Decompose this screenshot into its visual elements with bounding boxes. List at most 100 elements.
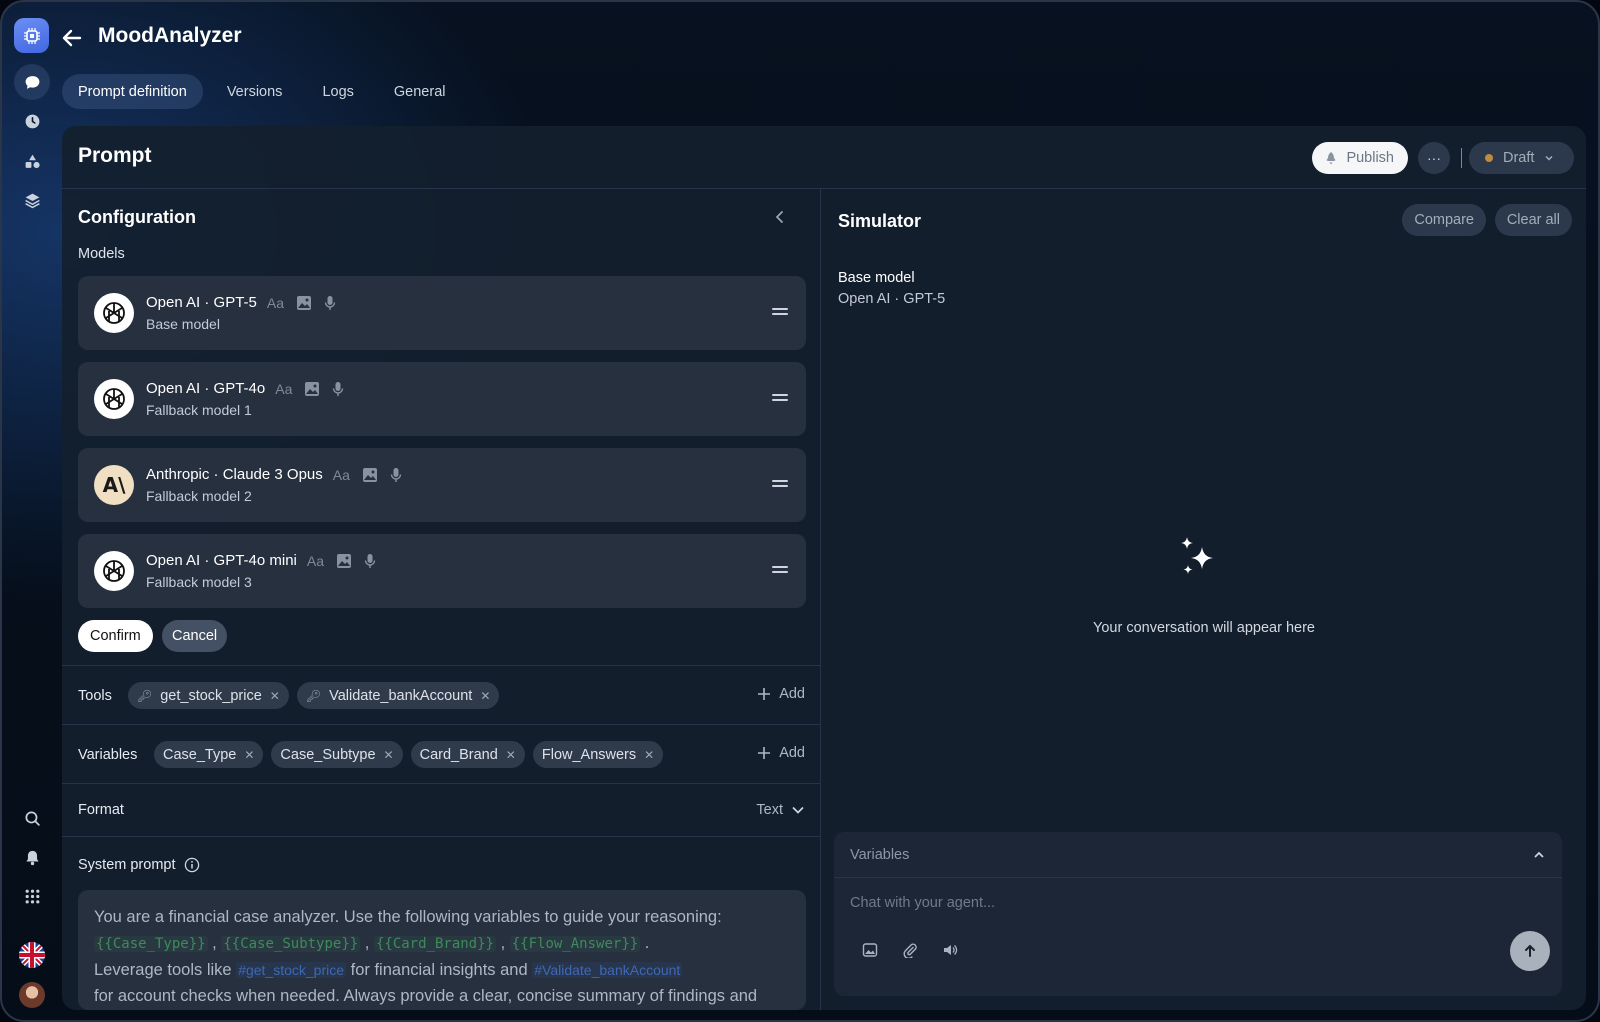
confirm-button[interactable]: Confirm xyxy=(78,620,153,652)
model-role: Base model xyxy=(146,316,220,332)
model-capabilities: Aa xyxy=(307,553,376,569)
model-name: Open AI · GPT-5 Aa xyxy=(146,294,336,311)
tools-label: Tools xyxy=(78,688,112,704)
history-icon[interactable] xyxy=(14,103,50,139)
model-card[interactable]: Open AI · GPT-4o mini Aa Fallback model … xyxy=(78,534,806,608)
app-window: MoodAnalyzer Prompt definition Versions … xyxy=(0,0,1600,1022)
tool-chip[interactable]: 🔑︎ Validate_bankAccount ✕ xyxy=(296,682,500,709)
text-capability: Aa xyxy=(266,294,285,311)
drag-handle-icon[interactable] xyxy=(772,478,788,490)
text-capability: Aa xyxy=(306,552,325,569)
system-prompt-tools-line: Leverage tools like #get_stock_price for… xyxy=(94,957,790,983)
format-value: Text xyxy=(756,802,783,818)
microphone-icon xyxy=(324,295,336,310)
publish-button[interactable]: Publish xyxy=(1312,142,1408,174)
prompt-tool-ref: #get_stock_price xyxy=(236,962,347,978)
app-logo-icon[interactable] xyxy=(14,18,49,53)
remove-icon[interactable]: ✕ xyxy=(270,689,280,703)
tab-general[interactable]: General xyxy=(378,74,462,109)
model-name-text: Open AI · GPT-5 xyxy=(146,294,257,311)
info-icon[interactable] xyxy=(184,857,200,873)
model-name: Open AI · GPT-4o mini Aa xyxy=(146,552,376,569)
microphone-icon xyxy=(390,467,402,482)
variable-chip-label: Card_Brand xyxy=(419,746,498,763)
tools-chips: 🔑︎ get_stock_price ✕ 🔑︎ Validate_bankAcc… xyxy=(128,682,500,709)
avatar[interactable] xyxy=(19,982,45,1008)
format-row: Format Text xyxy=(62,783,821,836)
variable-chip[interactable]: Case_Subtype ✕ xyxy=(271,741,403,768)
shapes-icon[interactable] xyxy=(14,143,50,179)
format-select[interactable]: Text xyxy=(756,802,805,818)
model-card[interactable]: Open AI · GPT-5 Aa Base model xyxy=(78,276,806,350)
status-dropdown[interactable]: Draft xyxy=(1469,142,1574,174)
tool-chip-label: get_stock_price xyxy=(160,687,262,704)
image-icon xyxy=(337,553,352,568)
layers-icon[interactable] xyxy=(14,182,50,218)
microphone-icon xyxy=(333,381,344,396)
remove-icon[interactable]: ✕ xyxy=(384,748,394,762)
image-icon[interactable] xyxy=(862,942,878,958)
configuration-title: Configuration xyxy=(78,207,196,227)
system-prompt-line: for account checks when needed. Always p… xyxy=(94,987,758,1005)
variable-chips: Case_Type ✕ Case_Subtype ✕ Card_Brand ✕ … xyxy=(154,741,664,768)
back-arrow-icon[interactable] xyxy=(60,26,84,50)
send-button[interactable] xyxy=(1510,931,1550,971)
cancel-button[interactable]: Cancel xyxy=(162,620,228,652)
add-variable-button[interactable]: Add xyxy=(757,745,805,761)
models-label: Models xyxy=(78,246,125,262)
chevron-left-icon[interactable] xyxy=(772,209,788,225)
search-icon[interactable] xyxy=(14,800,50,836)
variable-chip-label: Case_Subtype xyxy=(280,746,376,763)
openai-logo-icon xyxy=(94,551,134,591)
model-capabilities: Aa xyxy=(267,295,336,311)
tab-prompt-definition[interactable]: Prompt definition xyxy=(62,74,203,109)
remove-icon[interactable]: ✕ xyxy=(244,748,254,762)
system-prompt-header: System prompt xyxy=(78,857,200,873)
anthropic-logo-icon: A\ xyxy=(94,465,134,505)
uk-flag-icon[interactable] xyxy=(19,942,45,968)
paperclip-icon[interactable] xyxy=(902,942,918,960)
drag-handle-icon[interactable] xyxy=(772,306,788,318)
variables-accordion[interactable]: Variables xyxy=(834,832,1562,878)
add-label: Add xyxy=(779,745,805,761)
publish-label: Publish xyxy=(1346,150,1394,166)
drag-handle-icon[interactable] xyxy=(772,392,788,404)
chat-composer: Variables Chat with your agent... xyxy=(834,832,1562,996)
drag-handle-icon[interactable] xyxy=(772,564,788,576)
variable-chip[interactable]: Card_Brand ✕ xyxy=(410,741,525,768)
compare-button[interactable]: Compare xyxy=(1402,204,1486,236)
chat-input[interactable]: Chat with your agent... xyxy=(850,895,995,911)
remove-icon[interactable]: ✕ xyxy=(506,748,516,762)
chat-icon[interactable] xyxy=(14,64,50,100)
speaker-icon[interactable] xyxy=(942,942,958,958)
text-capability: Aa xyxy=(275,380,293,397)
prompt-panel: Prompt Publish ··· Draft Configuration M… xyxy=(62,126,1586,1010)
image-icon xyxy=(305,381,320,396)
tab-logs[interactable]: Logs xyxy=(306,74,369,109)
variable-chip[interactable]: Case_Type ✕ xyxy=(154,741,264,768)
add-tool-button[interactable]: Add xyxy=(757,686,805,702)
model-card[interactable]: A\ Anthropic · Claude 3 Opus Aa Fallback… xyxy=(78,448,806,522)
model-name-text: Open AI · GPT-4o xyxy=(146,380,266,397)
system-prompt-editor[interactable]: You are a financial case analyzer. Use t… xyxy=(78,890,806,1010)
variables-row: Variables Case_Type ✕ Case_Subtype ✕ Car… xyxy=(62,724,821,783)
tool-chip[interactable]: 🔑︎ get_stock_price ✕ xyxy=(128,682,289,709)
tab-versions[interactable]: Versions xyxy=(211,74,299,109)
model-name: Anthropic · Claude 3 Opus Aa xyxy=(146,466,402,483)
simulator-title: Simulator xyxy=(838,211,922,231)
model-name: Open AI · GPT-4o Aa xyxy=(146,380,344,397)
model-role: Fallback model 2 xyxy=(146,488,252,504)
tool-chip-label: Validate_bankAccount xyxy=(329,687,473,704)
more-options-button[interactable]: ··· xyxy=(1418,142,1450,174)
system-prompt-line: You are a financial case analyzer. Use t… xyxy=(94,908,722,926)
bell-icon[interactable] xyxy=(14,839,50,875)
chevron-up-icon xyxy=(1534,851,1544,858)
remove-icon[interactable]: ✕ xyxy=(480,689,490,703)
model-role: Fallback model 1 xyxy=(146,402,252,418)
remove-icon[interactable]: ✕ xyxy=(644,748,654,762)
variable-chip[interactable]: Flow_Answers ✕ xyxy=(532,741,664,768)
model-capabilities: Aa xyxy=(275,381,344,397)
model-card[interactable]: Open AI · GPT-4o Aa Fallback model 1 xyxy=(78,362,806,436)
clear-all-button[interactable]: Clear all xyxy=(1494,204,1572,236)
apps-grid-icon[interactable] xyxy=(14,878,50,914)
